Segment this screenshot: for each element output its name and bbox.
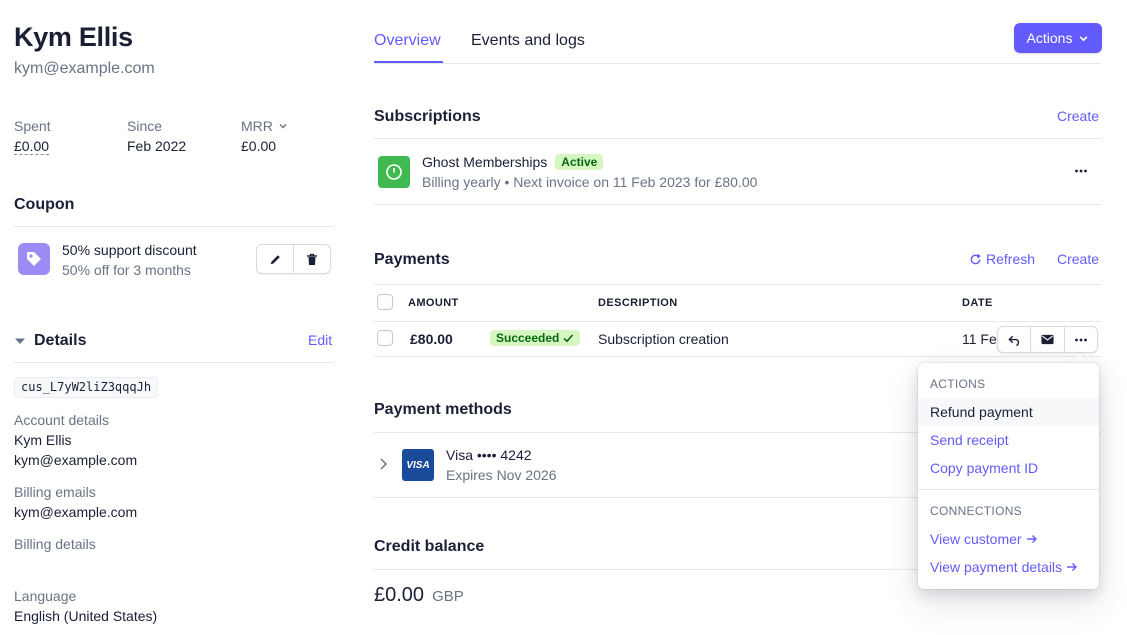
payment-description: Subscription creation bbox=[598, 331, 729, 347]
caret-down-icon bbox=[15, 338, 25, 344]
subscription-title-row: Ghost Memberships Active bbox=[422, 154, 604, 170]
payment-status-label: Succeeded bbox=[496, 331, 560, 345]
stat-mrr-value: £0.00 bbox=[241, 138, 277, 154]
column-header-description: DESCRIPTION bbox=[598, 297, 678, 309]
coupon-heading: Coupon bbox=[14, 196, 75, 213]
chevron-down-icon bbox=[1080, 35, 1088, 41]
envelope-icon bbox=[1041, 334, 1054, 345]
divider bbox=[14, 362, 333, 363]
credit-balance-heading: Credit balance bbox=[374, 538, 485, 555]
details-heading: Details bbox=[34, 332, 87, 349]
subscriptions-heading: Subscriptions bbox=[374, 108, 481, 125]
divider bbox=[374, 284, 1101, 285]
refresh-payments-button[interactable]: Refresh bbox=[969, 251, 1035, 267]
details-edit-link[interactable]: Edit bbox=[308, 332, 332, 348]
refresh-icon bbox=[970, 253, 981, 264]
coupon-actions bbox=[256, 244, 331, 274]
menu-item-refund-payment[interactable]: Refund payment bbox=[930, 404, 1033, 420]
tab-overview[interactable]: Overview bbox=[374, 32, 441, 50]
menu-link-view-payment-details[interactable]: View payment details bbox=[930, 559, 1078, 575]
checkmark-icon bbox=[563, 334, 574, 343]
menu-divider bbox=[918, 489, 1099, 490]
refresh-label: Refresh bbox=[986, 251, 1036, 267]
stat-spent-value[interactable]: £0.00 bbox=[14, 138, 50, 155]
credit-balance-currency: GBP bbox=[432, 588, 464, 605]
subscription-more-icon[interactable] bbox=[1074, 164, 1088, 183]
card-label: Visa •••• 4242 bbox=[446, 447, 532, 463]
card-expiry: Expires Nov 2026 bbox=[446, 467, 557, 483]
menu-item-send-receipt[interactable]: Send receipt bbox=[930, 432, 1009, 448]
customer-email: kym@example.com bbox=[14, 60, 155, 77]
language-label: Language bbox=[14, 588, 77, 604]
stat-since-label: Since bbox=[127, 118, 163, 134]
menu-item-copy-payment-id[interactable]: Copy payment ID bbox=[930, 460, 1038, 476]
account-name: Kym Ellis bbox=[14, 432, 72, 448]
subscription-detail: Billing yearly • Next invoice on 11 Feb … bbox=[422, 174, 758, 190]
visa-card-icon: VISA bbox=[402, 449, 434, 481]
arrow-right-icon bbox=[1026, 535, 1037, 543]
tab-events-and-logs[interactable]: Events and logs bbox=[471, 32, 585, 50]
delete-coupon-button[interactable] bbox=[293, 245, 330, 273]
payment-status-badge: Succeeded bbox=[490, 330, 581, 346]
coupon-name: 50% support discount bbox=[62, 242, 197, 258]
customer-name: Kym Ellis bbox=[14, 22, 133, 52]
billing-emails-label: Billing emails bbox=[14, 484, 96, 500]
chevron-down-icon bbox=[279, 124, 287, 129]
subscription-status-badge: Active bbox=[555, 154, 604, 170]
divider bbox=[14, 226, 333, 227]
column-header-date: DATE bbox=[962, 297, 993, 309]
view-customer-label: View customer bbox=[930, 531, 1022, 547]
subscription-name[interactable]: Ghost Memberships bbox=[422, 154, 547, 170]
billing-email: kym@example.com bbox=[14, 504, 138, 520]
payment-methods-heading: Payment methods bbox=[374, 401, 512, 418]
mrr-dropdown[interactable]: MRR bbox=[241, 118, 288, 134]
payment-amount: £80.00 bbox=[410, 331, 453, 347]
row-checkbox[interactable] bbox=[377, 330, 393, 346]
tabs-divider bbox=[374, 63, 1101, 64]
coupon-detail: 50% off for 3 months bbox=[62, 262, 191, 278]
divider bbox=[374, 138, 1101, 139]
language-value: English (United States) bbox=[14, 608, 158, 624]
send-receipt-button[interactable] bbox=[1030, 327, 1063, 352]
select-all-checkbox[interactable] bbox=[377, 294, 393, 310]
edit-coupon-button[interactable] bbox=[257, 245, 293, 273]
stat-since-value: Feb 2022 bbox=[127, 138, 187, 154]
refund-button[interactable] bbox=[998, 327, 1030, 352]
menu-link-view-customer[interactable]: View customer bbox=[930, 531, 1038, 547]
view-payment-details-label: View payment details bbox=[930, 559, 1063, 575]
customer-id-chip[interactable]: cus_L7yW2liZ3qqqJh bbox=[14, 377, 159, 398]
stat-spent-label: Spent bbox=[14, 118, 51, 134]
credit-balance-amount: £0.00 bbox=[374, 584, 425, 606]
payment-date: 11 Feb bbox=[962, 331, 998, 347]
create-subscription-link[interactable]: Create bbox=[1057, 108, 1099, 124]
tag-icon bbox=[18, 243, 50, 275]
menu-actions-heading: ACTIONS bbox=[930, 377, 986, 391]
account-details-label: Account details bbox=[14, 412, 109, 428]
details-toggle[interactable]: Details bbox=[14, 332, 86, 350]
payments-heading: Payments bbox=[374, 251, 450, 268]
column-header-amount: AMOUNT bbox=[408, 297, 459, 309]
more-dots-icon bbox=[1074, 338, 1087, 341]
billing-details-label: Billing details bbox=[14, 536, 96, 552]
trash-icon bbox=[307, 253, 317, 265]
pencil-icon bbox=[270, 254, 280, 264]
create-payment-link[interactable]: Create bbox=[1057, 251, 1099, 267]
subscription-clock-icon bbox=[378, 156, 410, 188]
expand-chevron-right-icon[interactable] bbox=[377, 457, 389, 474]
divider bbox=[374, 204, 1101, 205]
menu-connections-heading: CONNECTIONS bbox=[930, 504, 1022, 518]
row-more-button[interactable] bbox=[1063, 327, 1097, 352]
row-actions bbox=[997, 326, 1098, 353]
row-actions-menu bbox=[918, 363, 1099, 589]
account-email: kym@example.com bbox=[14, 452, 138, 468]
divider bbox=[374, 356, 1101, 357]
credit-balance-value: £0.00 GBP bbox=[374, 584, 464, 607]
stat-mrr-label: MRR bbox=[241, 118, 273, 134]
undo-arrow-icon bbox=[1008, 335, 1019, 346]
arrow-right-icon bbox=[1067, 563, 1078, 571]
actions-button[interactable]: Actions bbox=[1014, 23, 1102, 53]
actions-button-label: Actions bbox=[1026, 30, 1073, 46]
